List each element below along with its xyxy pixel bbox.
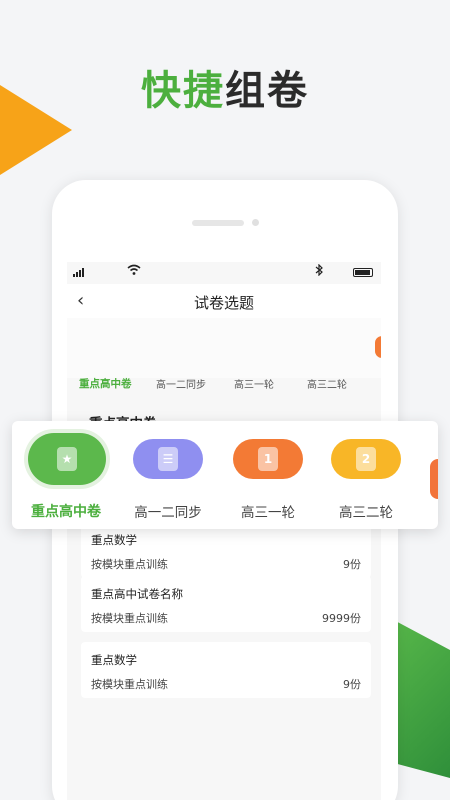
battery-icon (353, 268, 373, 277)
tab-grade-sync[interactable]: 高一二同步 (156, 376, 206, 391)
number-one-icon: 1 (233, 439, 303, 479)
paper-subtitle: 按模块重点训练 (91, 612, 168, 625)
bluetooth-icon (315, 263, 323, 279)
star-doc-icon: ★ (28, 433, 106, 485)
paper-card[interactable]: 重点高中试卷名称 按模块重点训练 9999份 (81, 576, 371, 632)
paper-count: 9份 (343, 678, 361, 691)
category-senior-round-one[interactable]: 1 高三一轮 (218, 421, 318, 529)
page-title: 试卷选题 (193, 294, 254, 312)
phone-speaker (192, 220, 244, 226)
tab-bar: 重点高中卷 高一二同步 高三一轮 高三二轮 (67, 376, 381, 394)
category-label: 高三一轮 (241, 505, 295, 521)
nav-bar: ‹ 试卷选题 (67, 284, 381, 318)
category-key-high-school[interactable]: ★ 重点高中卷 (16, 421, 116, 529)
next-category-peek (430, 459, 438, 499)
category-panel: ★ 重点高中卷 ☰ 高一二同步 1 高三一轮 2 高三二轮 (12, 421, 438, 529)
paper-card[interactable]: 重点数学 按模块重点训练 9份 (81, 642, 371, 698)
category-label: 重点高中卷 (31, 504, 101, 520)
category-senior-round-two[interactable]: 2 高三二轮 (316, 421, 416, 529)
tab-key-high-school[interactable]: 重点高中卷 (79, 376, 132, 391)
paper-name: 重点数学 (91, 653, 137, 667)
category-label: 高一二同步 (134, 505, 202, 521)
banner-indicator (375, 336, 381, 358)
paper-count: 9999份 (322, 612, 361, 625)
app-screen: ‹ 试卷选题 重点高中卷 高一二同步 高三一轮 高三二轮 重点高中卷 重点数学 … (67, 262, 381, 800)
phone-camera (252, 219, 259, 226)
status-bar (67, 262, 381, 282)
green-shape-decoration (390, 618, 450, 778)
document-icon: ☰ (133, 439, 203, 479)
paper-subtitle: 按模块重点训练 (91, 558, 168, 571)
tab-senior-round-two[interactable]: 高三二轮 (307, 376, 347, 391)
promo-title-dark: 组卷 (225, 68, 309, 114)
paper-subtitle: 按模块重点训练 (91, 678, 168, 691)
signal-icon (73, 268, 84, 277)
number-two-icon: 2 (331, 439, 401, 479)
paper-card[interactable]: 重点数学 按模块重点训练 9份 (81, 522, 371, 578)
tab-senior-round-one[interactable]: 高三一轮 (234, 376, 274, 391)
category-grade-sync[interactable]: ☰ 高一二同步 (118, 421, 218, 529)
paper-name: 重点高中试卷名称 (91, 587, 183, 601)
category-label: 高三二轮 (339, 505, 393, 521)
wifi-icon (127, 264, 141, 279)
promo-title-green: 快捷 (141, 68, 225, 114)
promo-title: 快捷组卷 (0, 58, 450, 116)
paper-count: 9份 (343, 558, 361, 571)
paper-name: 重点数学 (91, 533, 137, 547)
banner (67, 318, 381, 378)
